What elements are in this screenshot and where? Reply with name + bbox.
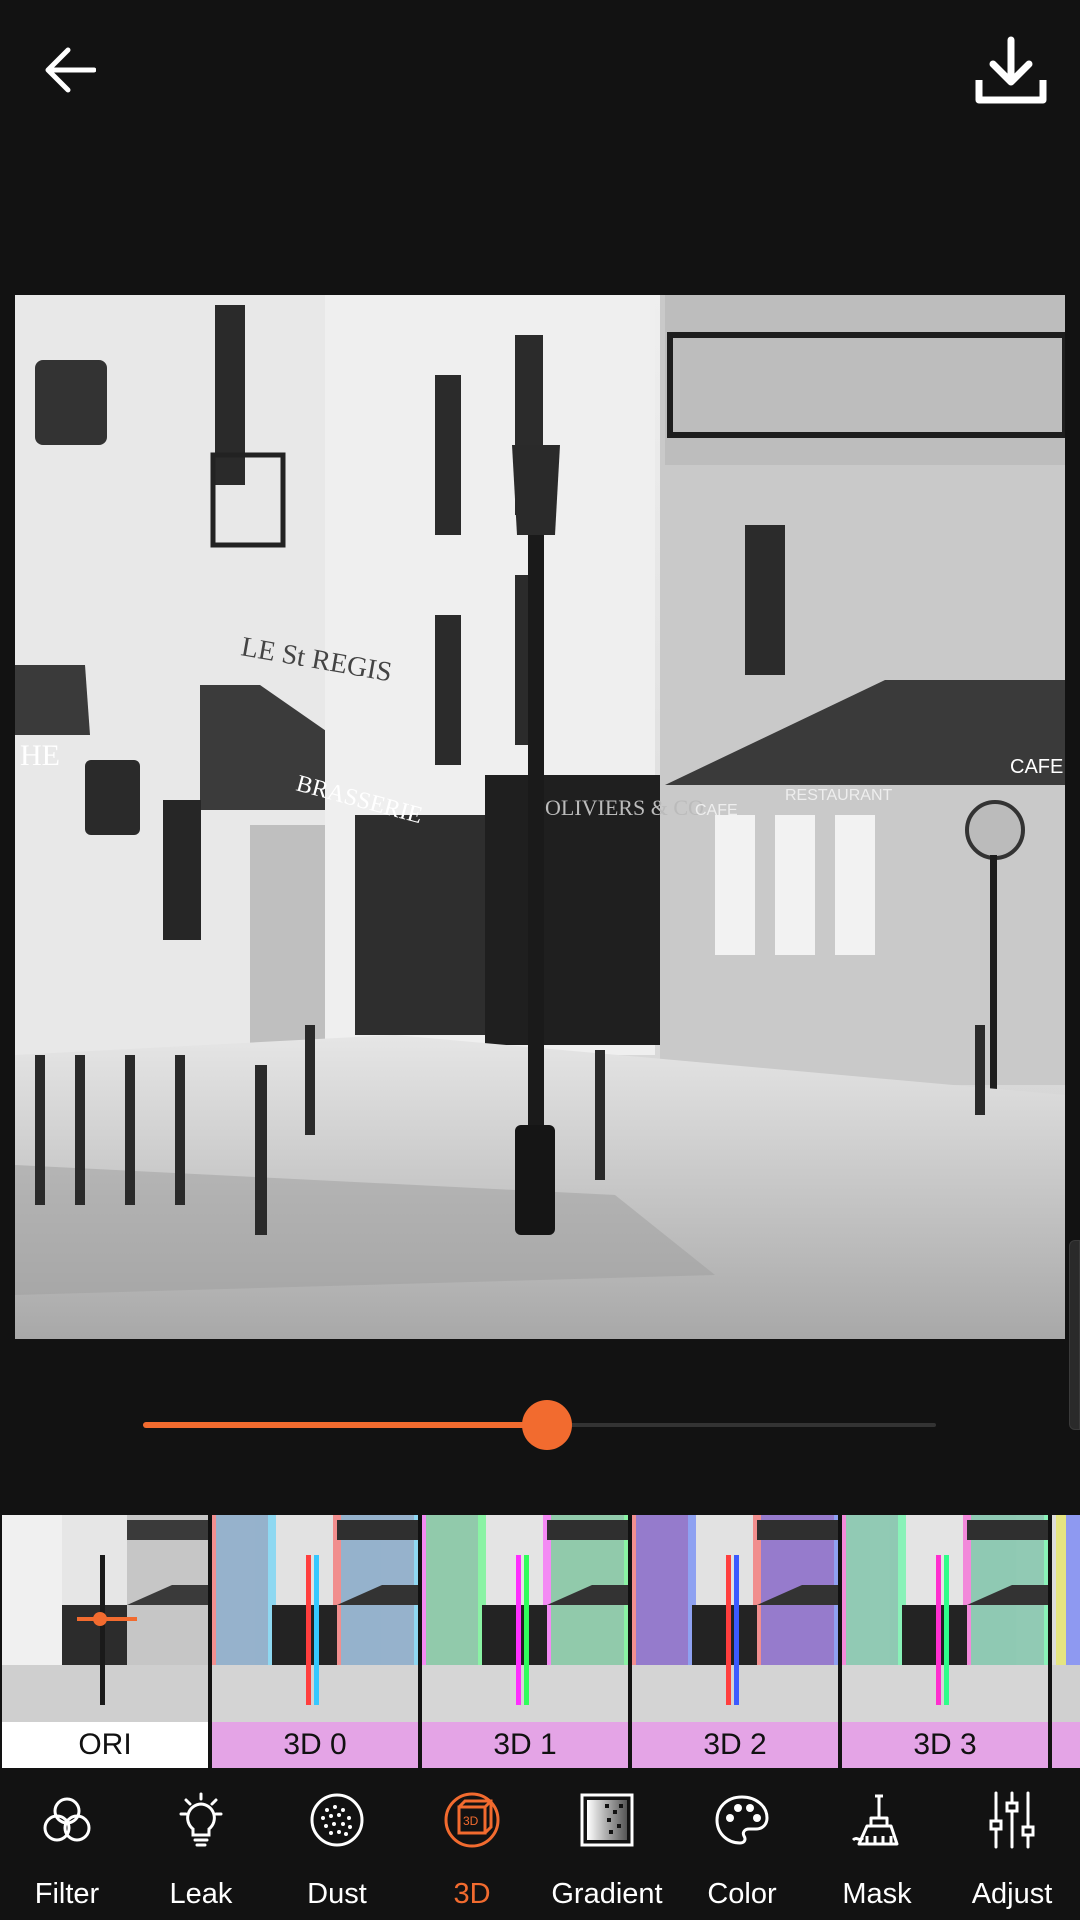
cafe-left-sign: CAFE [695,802,738,819]
side-drawer-handle[interactable] [1069,1240,1080,1430]
preset-label: ORI [2,1722,208,1768]
preset-label: 3D 3 [842,1722,1048,1768]
tool-label: Dust [307,1878,367,1910]
preset-thumbnail [842,1515,1048,1722]
preset-thumbnail [422,1515,628,1722]
intensity-slider[interactable] [143,1400,936,1450]
preset-thumbnail [1052,1515,1080,1722]
cafe-right-sign: CAFE [1010,756,1063,778]
photo-preview: LE St REGIS BRASSERIE HE OLIVIERS & CO C… [15,295,1065,1339]
tool-mask[interactable]: Mask [812,1790,942,1920]
svg-text:3D: 3D [463,1814,479,1828]
preset-3d-4-partial[interactable] [1052,1515,1080,1768]
download-button[interactable] [968,28,1054,114]
gradient-icon [577,1790,637,1850]
preset-thumbnail [632,1515,838,1722]
tool-label: Mask [842,1878,912,1910]
tool-label: Filter [34,1878,100,1910]
preset-thumbnail [212,1515,418,1722]
tool-leak[interactable]: Leak [136,1790,266,1920]
back-button[interactable] [30,30,110,110]
preset-3d-1[interactable]: 3D 1 [422,1515,628,1768]
tool-filter[interactable]: Filter [2,1790,132,1920]
preset-label: 3D 0 [212,1722,418,1768]
street-photo: LE St REGIS BRASSERIE HE OLIVIERS & CO C… [15,295,1065,1339]
brush-icon [847,1790,907,1850]
tool-adjust[interactable]: Adjust [947,1790,1077,1920]
preset-strip: ORI 3D 0 3D 1 3D 2 3D 3 [0,1515,1080,1768]
preset-thumbnail [2,1515,208,1722]
tool-label: Gradient [551,1878,663,1910]
slider-fill [143,1422,548,1428]
tool-color[interactable]: Color [677,1790,807,1920]
arrow-left-icon [45,47,96,93]
download-icon [975,36,1047,104]
sliders-icon [982,1790,1042,1850]
restaurant-sign: RESTAURANT [785,787,892,804]
tool-label: Adjust [971,1878,1053,1910]
preset-label: 3D 2 [632,1722,838,1768]
preset-ori[interactable]: ORI [2,1515,208,1768]
slider-thumb[interactable] [522,1400,573,1450]
dust-icon [307,1790,367,1850]
bottom-toolbar: Filter Leak Dust 3D 3D Gradient Color Ma… [0,1790,1080,1920]
3d-cube-icon: 3D [442,1790,502,1850]
preset-3d-3[interactable]: 3D 3 [842,1515,1048,1768]
he-sign: HE [20,739,60,772]
tool-gradient[interactable]: Gradient [542,1790,672,1920]
preset-3d-0[interactable]: 3D 0 [212,1515,418,1768]
oliviers-sign: OLIVIERS & CO [545,795,704,820]
tool-3d[interactable]: 3D 3D [407,1790,537,1920]
top-bar [0,0,1080,140]
filter-icon [37,1790,97,1850]
tool-dust[interactable]: Dust [272,1790,402,1920]
tool-label: 3D [453,1878,491,1910]
palette-icon [712,1790,772,1850]
preset-label: 3D 1 [422,1722,628,1768]
preset-label [1052,1722,1080,1768]
lightbulb-icon [171,1790,231,1850]
tool-label: Color [707,1878,777,1910]
preset-3d-2[interactable]: 3D 2 [632,1515,838,1768]
tool-label: Leak [169,1878,233,1910]
